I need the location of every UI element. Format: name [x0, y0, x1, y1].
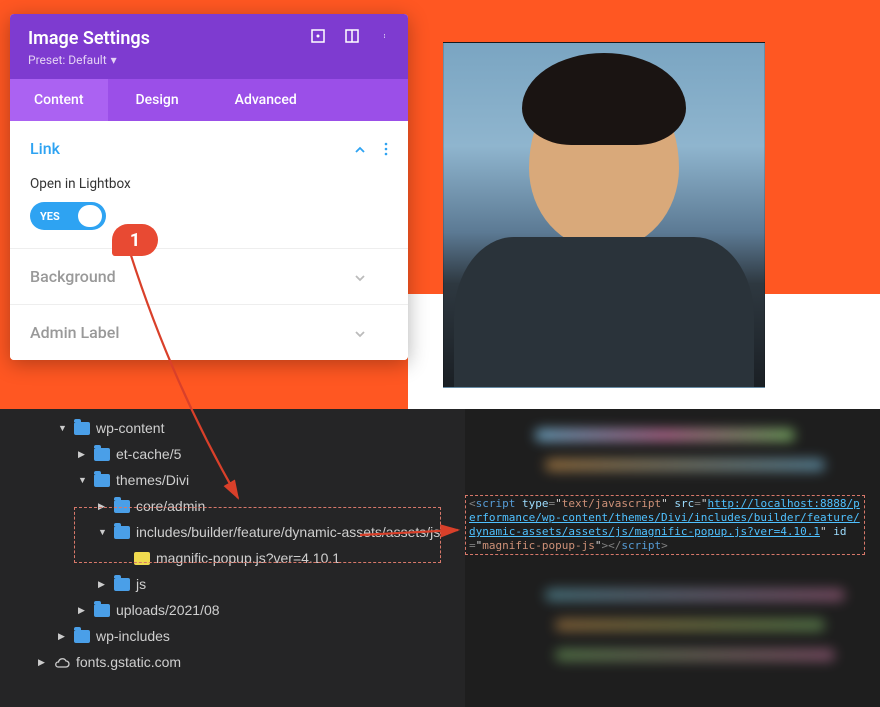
tree-row[interactable]: ▼ includes/builder/feature/dynamic-assets…	[0, 519, 465, 545]
columns-icon[interactable]	[344, 28, 360, 44]
tree-item-label: core/admin	[136, 498, 205, 514]
twisty-icon: ▶	[78, 605, 88, 616]
section-more-icon[interactable]	[384, 141, 388, 160]
tree-item-label: et-cache/5	[116, 446, 181, 462]
image-settings-panel: Image Settings Preset: Default ▾ Content…	[10, 14, 408, 360]
twisty-icon: ▼	[78, 475, 88, 485]
twisty-icon: ▼	[58, 423, 68, 433]
tabs: Content Design Advanced	[10, 79, 408, 121]
tree-item-label: js	[136, 576, 146, 592]
tree-row[interactable]: ▶ core/admin	[0, 493, 465, 519]
tree-item-label: wp-content	[96, 420, 164, 436]
tree-row[interactable]: ▶ uploads/2021/08	[0, 597, 465, 623]
tree-item-label: fonts.gstatic.com	[76, 654, 181, 670]
tree-item-label: includes/builder/feature/dynamic-assets/…	[136, 524, 440, 540]
collapse-icon[interactable]	[354, 141, 366, 160]
section-link-title[interactable]: Link	[30, 139, 388, 158]
chevron-down-icon: ▾	[111, 53, 117, 67]
twisty-icon: ▶	[58, 631, 68, 642]
toggle-knob	[78, 205, 102, 227]
preset-selector[interactable]: Preset: Default ▾	[28, 53, 390, 67]
tab-advanced[interactable]: Advanced	[207, 79, 325, 121]
section-admin-label-title: Admin Label	[30, 323, 388, 342]
section-background[interactable]: Background	[10, 248, 408, 304]
folder-icon	[94, 448, 110, 461]
js-file-icon	[134, 552, 150, 565]
twisty-icon: ▼	[98, 527, 108, 537]
tree-row[interactable]: magnific-popup.js?ver=4.10.1	[0, 545, 465, 571]
file-tree: ▼ wp-content ▶ et-cache/5 ▼ themes/Divi ▶ core/…	[0, 409, 465, 707]
section-link: Link Open in Lightbox YES	[10, 121, 408, 248]
expand-icon[interactable]	[310, 28, 326, 44]
preview-image[interactable]	[443, 42, 765, 388]
lightbox-toggle[interactable]: YES	[30, 202, 106, 230]
lightbox-label: Open in Lightbox	[30, 176, 388, 192]
twisty-icon: ▶	[98, 579, 108, 590]
code-line: <script type="text/javascript" src="http…	[465, 497, 867, 553]
section-admin-label[interactable]: Admin Label	[10, 304, 408, 360]
tree-item-label: wp-includes	[96, 628, 170, 644]
twisty-icon: ▶	[98, 501, 108, 512]
tree-item-label: themes/Divi	[116, 472, 189, 488]
more-icon[interactable]	[378, 28, 394, 44]
folder-icon	[74, 422, 90, 435]
cloud-icon	[54, 656, 70, 668]
twisty-icon: ▶	[78, 449, 88, 460]
tree-item-label: magnific-popup.js?ver=4.10.1	[156, 550, 340, 566]
tab-content[interactable]: Content	[10, 79, 108, 121]
tab-design[interactable]: Design	[108, 79, 207, 121]
folder-icon	[74, 630, 90, 643]
toggle-yes-label: YES	[40, 210, 60, 223]
tree-row[interactable]: ▼ wp-content	[0, 415, 465, 441]
tree-row[interactable]: ▶ js	[0, 571, 465, 597]
code-editor: <script type="text/javascript" src="http…	[465, 409, 880, 707]
folder-icon	[94, 604, 110, 617]
preset-label: Preset: Default	[28, 53, 107, 67]
panel-header: Image Settings Preset: Default ▾	[10, 14, 408, 79]
tree-row[interactable]: ▶ fonts.gstatic.com	[0, 649, 465, 675]
tree-item-label: uploads/2021/08	[116, 602, 220, 618]
tree-row[interactable]: ▶ wp-includes	[0, 623, 465, 649]
folder-icon	[114, 578, 130, 591]
tree-row[interactable]: ▶ et-cache/5	[0, 441, 465, 467]
folder-icon	[114, 500, 130, 513]
expand-icon	[354, 325, 366, 344]
annotation-badge-1: 1	[112, 224, 158, 256]
tree-row[interactable]: ▼ themes/Divi	[0, 467, 465, 493]
expand-icon	[354, 269, 366, 288]
folder-icon	[114, 526, 130, 539]
folder-icon	[94, 474, 110, 487]
twisty-icon: ▶	[38, 657, 48, 668]
section-background-title: Background	[30, 267, 388, 286]
